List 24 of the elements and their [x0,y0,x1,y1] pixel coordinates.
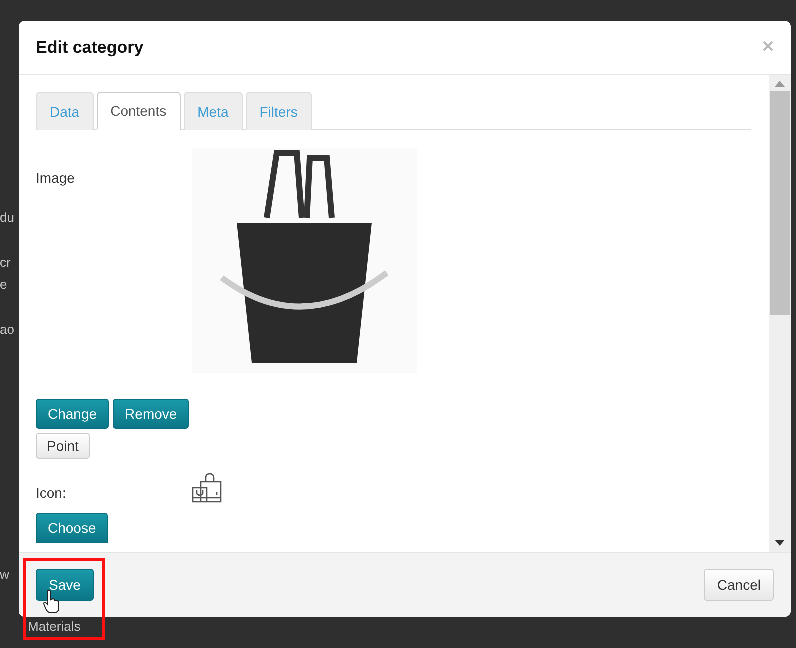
shopping-bag-icon [192,473,224,503]
point-button[interactable]: Point [36,433,90,459]
scrollbar[interactable] [769,75,791,552]
choose-button[interactable]: Choose [36,513,108,543]
tab[interactable]: Filters [246,92,312,130]
background-text: du [0,210,14,225]
scroll-down-icon[interactable] [775,540,785,546]
background-text: e [0,277,8,292]
action-button[interactable]: Change [36,399,110,429]
image-label: Image [36,170,76,188]
icon-label: Icon: [36,485,68,501]
tab[interactable]: Meta [184,92,243,130]
background-text: cr [0,255,11,270]
action-button[interactable]: Remove [113,399,190,429]
tab[interactable]: Data [36,92,94,130]
cancel-button[interactable]: Cancel [704,569,774,601]
scroll-up-icon[interactable] [775,81,785,87]
tab[interactable]: Contents [96,92,181,130]
save-button[interactable]: Save [36,569,94,601]
hand-cursor-icon [43,590,61,614]
background-text: ao [0,322,14,337]
background-text: w [0,567,10,582]
background-text: Materials [28,619,81,634]
window-title: Edit category [36,38,144,58]
